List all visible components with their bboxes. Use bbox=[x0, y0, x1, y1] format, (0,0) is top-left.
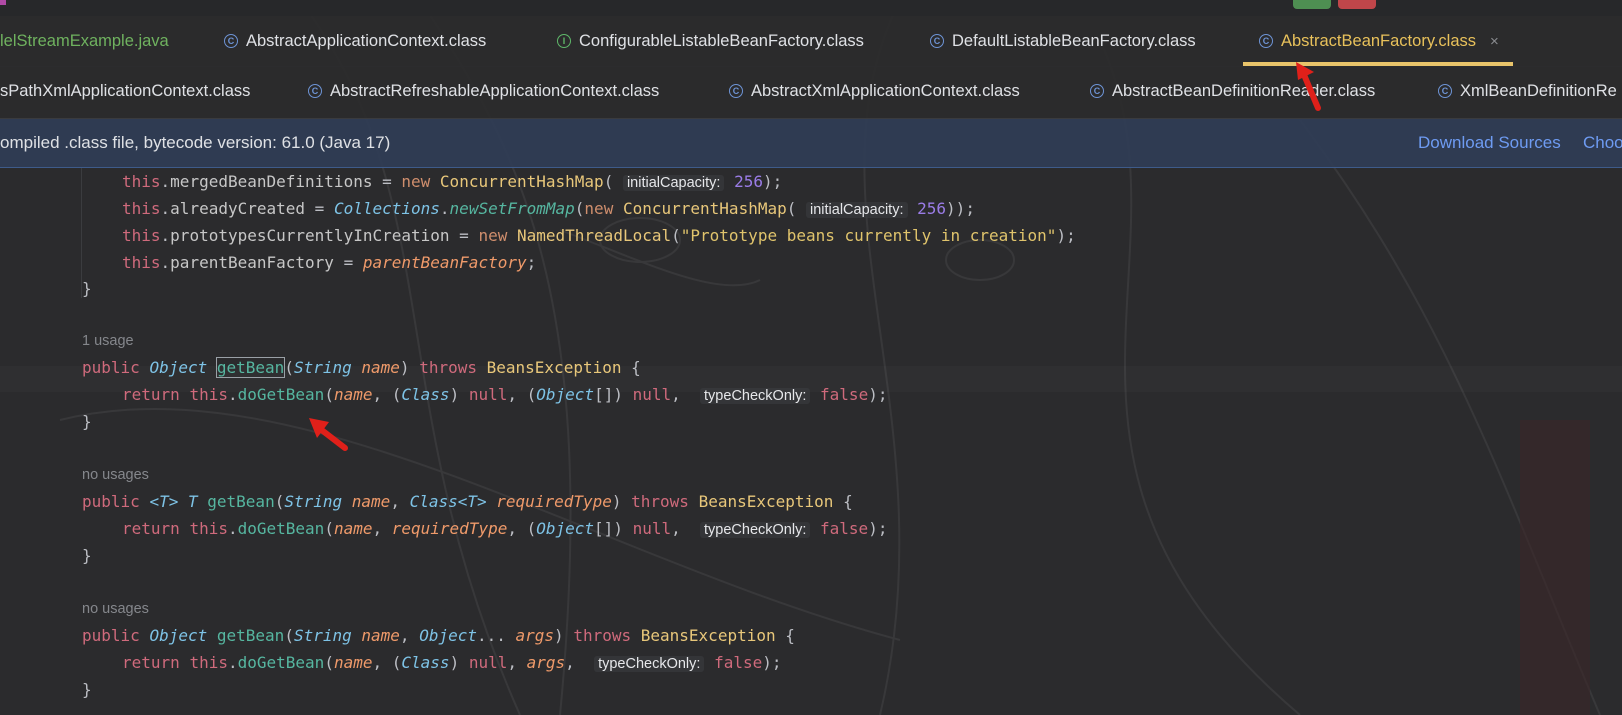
tab-label: sPathXmlApplicationContext.class bbox=[0, 81, 251, 100]
inlay-hint: initialCapacity: bbox=[806, 202, 908, 218]
choose-sources-link[interactable]: Choo bbox=[1583, 133, 1622, 153]
red-arrow-annotation bbox=[309, 418, 348, 451]
tab-label: AbstractXmlApplicationContext.class bbox=[751, 81, 1020, 100]
code-line: this.prototypesCurrentlyInCreation = new… bbox=[122, 226, 1076, 245]
tab-abstract-xml-application-context[interactable]: C AbstractXmlApplicationContext.class bbox=[729, 66, 1020, 116]
code-line: public <T> T getBean(String name, Class<… bbox=[82, 492, 853, 511]
tab-abstract-application-context[interactable]: C AbstractApplicationContext.class bbox=[224, 16, 486, 66]
class-icon: C bbox=[930, 34, 944, 48]
tab-label: AbstractRefreshableApplicationContext.cl… bbox=[330, 81, 660, 100]
code-line: public Object getBean(String name, Objec… bbox=[82, 626, 795, 645]
tab-label: AbstractBeanFactory.class bbox=[1281, 31, 1477, 50]
tab-label: AbstractApplicationContext.class bbox=[246, 31, 487, 50]
editor-tabs-row-2: sPathXmlApplicationContext.class C Abstr… bbox=[0, 66, 1622, 119]
code-line: this.parentBeanFactory = parentBeanFacto… bbox=[122, 253, 537, 272]
stop-button[interactable] bbox=[1338, 0, 1376, 9]
code-editor[interactable]: this.mergedBeanDefinitions = new Concurr… bbox=[0, 168, 1622, 715]
tab-label: lelStreamExample.java bbox=[0, 31, 169, 50]
code-line: } bbox=[82, 680, 92, 699]
tab-xml-bean-definition-reader[interactable]: C XmlBeanDefinitionRe bbox=[1438, 66, 1617, 116]
inlay-hint: typeCheckOnly: bbox=[700, 388, 811, 404]
tab-label: DefaultListableBeanFactory.class bbox=[952, 31, 1196, 50]
tab-default-listable-bean-factory[interactable]: C DefaultListableBeanFactory.class bbox=[930, 16, 1196, 66]
class-icon: C bbox=[1090, 84, 1104, 98]
inlay-hint: initialCapacity: bbox=[622, 175, 725, 191]
red-arrow-annotation bbox=[1296, 62, 1321, 111]
tab-configurable-listable-bean-factory[interactable]: I ConfigurableListableBeanFactory.class bbox=[557, 16, 864, 66]
close-icon[interactable]: × bbox=[1490, 33, 1499, 50]
code-line: } bbox=[82, 546, 92, 565]
tab-abstract-refreshable-application-context[interactable]: C AbstractRefreshableApplicationContext.… bbox=[308, 66, 659, 116]
tab-label: XmlBeanDefinitionRe bbox=[1460, 81, 1617, 100]
run-button[interactable] bbox=[1293, 0, 1331, 9]
usage-count[interactable]: 1 usage bbox=[82, 328, 134, 354]
code-line: this.alreadyCreated = Collections.newSet… bbox=[122, 199, 975, 218]
class-icon: C bbox=[1438, 84, 1452, 98]
tab-label: ConfigurableListableBeanFactory.class bbox=[579, 31, 864, 50]
window-accent bbox=[0, 0, 6, 5]
code-line: return this.doGetBean(name, (Class) null… bbox=[122, 385, 888, 404]
inlay-hint: typeCheckOnly: bbox=[594, 656, 705, 672]
code-line: return this.doGetBean(name, requiredType… bbox=[122, 519, 888, 538]
tab-abstract-bean-factory[interactable]: C AbstractBeanFactory.class × bbox=[1243, 16, 1513, 66]
class-icon: C bbox=[224, 34, 238, 48]
code-line: } bbox=[82, 412, 92, 431]
tab-abstract-bean-definition-reader[interactable]: C AbstractBeanDefinitionReader.class bbox=[1090, 66, 1375, 116]
tab-class-path-xml-application-context[interactable]: sPathXmlApplicationContext.class bbox=[0, 66, 250, 116]
decompiled-notice-banner: ompiled .class file, bytecode version: 6… bbox=[0, 119, 1622, 168]
getbean-identifier[interactable]: getBean bbox=[215, 357, 286, 378]
usage-count[interactable]: no usages bbox=[82, 462, 149, 488]
download-sources-link[interactable]: Download Sources bbox=[1418, 133, 1561, 153]
code-line: public Object getBean(String name) throw… bbox=[82, 357, 641, 378]
class-icon: C bbox=[729, 84, 743, 98]
inlay-hint: typeCheckOnly: bbox=[700, 522, 811, 538]
class-icon: C bbox=[1259, 34, 1273, 48]
code-line: } bbox=[82, 279, 92, 298]
code-line: return this.doGetBean(name, (Class) null… bbox=[122, 653, 782, 672]
banner-message: ompiled .class file, bytecode version: 6… bbox=[0, 133, 391, 152]
class-icon: C bbox=[308, 84, 322, 98]
dogetbean-call[interactable]: doGetBean bbox=[238, 385, 325, 404]
interface-icon: I bbox=[557, 34, 571, 48]
window-top-strip bbox=[0, 0, 1622, 16]
editor-tabs-row-1: lelStreamExample.java C AbstractApplicat… bbox=[0, 16, 1622, 67]
tab-label: AbstractBeanDefinitionReader.class bbox=[1112, 81, 1376, 100]
code-line: this.mergedBeanDefinitions = new Concurr… bbox=[122, 172, 783, 191]
usage-count[interactable]: no usages bbox=[82, 596, 149, 622]
tab-parallel-stream-example[interactable]: lelStreamExample.java bbox=[0, 16, 169, 66]
